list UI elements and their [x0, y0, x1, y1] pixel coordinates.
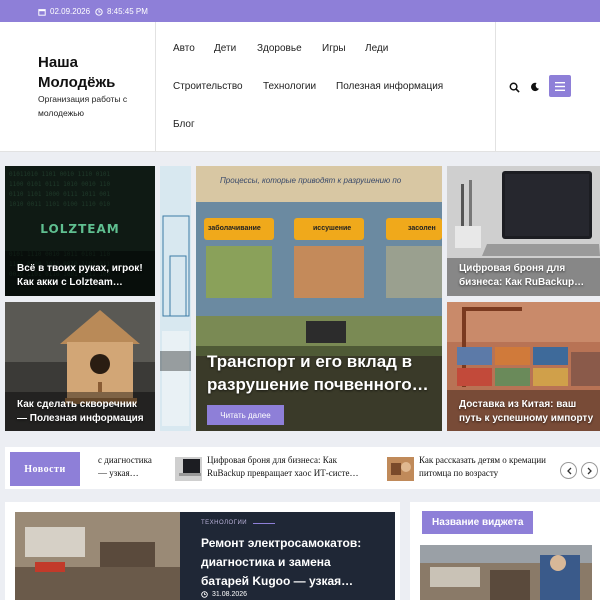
nav-item-construction[interactable]: Строительство	[173, 81, 243, 92]
dark-mode-icon[interactable]	[530, 82, 540, 92]
widget-title: Название виджета	[422, 511, 534, 534]
featured-post-section: ТЕХНОЛОГИИ Ремонт электросамокатов: диаг…	[5, 502, 400, 600]
slider-card-birdhouse[interactable]: Как сделать скворечник — Полезная информ…	[5, 302, 155, 431]
ticker-item-line: — узкая…	[98, 468, 139, 478]
image-banner-text: Процессы, которые приводят к разрушению …	[220, 176, 402, 185]
ticker-item-line: Как рассказать детям о кремации	[419, 455, 546, 465]
slider-card-title[interactable]: Доставка из Китая: ваш путь к успешному …	[459, 398, 599, 426]
slider-main-title[interactable]: Транспорт и его вклад в разрушение почве…	[207, 350, 432, 396]
category-divider	[253, 522, 276, 524]
post-date-text: 31.08.2026	[212, 591, 248, 598]
widget-post-image[interactable]	[420, 545, 592, 600]
header-tools	[495, 22, 600, 152]
ticker-item-thumbnail[interactable]	[175, 457, 202, 481]
post-date: 31.08.2026	[201, 591, 247, 598]
slider-card-title[interactable]: Как сделать скворечник — Полезная информ…	[17, 398, 147, 426]
site-description: Организация работы с молодежью	[38, 94, 128, 118]
clock-icon	[95, 7, 103, 16]
svg-text:1010 0011 1101 0100 1110 010: 1010 0011 1101 0100 1110 010	[9, 201, 111, 208]
sidebar-widget: Название виджета	[410, 502, 600, 600]
svg-text:1100 0101 0111 1010 0010 110: 1100 0101 0111 1010 0010 110	[9, 181, 111, 188]
image-tag: засолен	[408, 225, 436, 232]
site-header: Наша Молодёжь Организация работы с молод…	[0, 22, 600, 152]
hamburger-icon	[555, 81, 565, 91]
ticker-item-thumbnail[interactable]	[387, 457, 414, 481]
nav-item-useful-info[interactable]: Полезная информация	[336, 81, 443, 92]
featured-post-title[interactable]: Ремонт электросамокатов: диагностика и з…	[201, 534, 381, 591]
date-display: 02.09.2026	[38, 7, 90, 16]
svg-text:01011010 1101 0010 1110 0101: 01011010 1101 0010 1110 0101	[9, 171, 111, 178]
chevron-left-icon	[566, 467, 571, 474]
ticker-prev-button[interactable]	[560, 462, 577, 479]
clock-icon	[201, 591, 208, 598]
nav-item-auto[interactable]: Авто	[173, 43, 195, 54]
current-date: 02.09.2026	[50, 7, 91, 16]
menu-toggle-button[interactable]	[549, 75, 571, 97]
nav-item-games[interactable]: Игры	[322, 43, 346, 54]
featured-post[interactable]: ТЕХНОЛОГИИ Ремонт электросамокатов: диаг…	[15, 512, 395, 600]
svg-text:0110 1101 1000 0111 1011 001: 0110 1101 1000 0111 1011 001	[9, 191, 111, 198]
top-bar: 02.09.2026 8:45:45 PM	[0, 0, 600, 22]
chevron-right-icon	[587, 467, 592, 474]
ticker-item-line: RuBackup превращает хаос ИТ-систе…	[207, 468, 359, 478]
nav-item-lady[interactable]: Леди	[365, 43, 388, 54]
ticker-next-button[interactable]	[581, 462, 598, 479]
ticker-item[interactable]: Цифровая броня для бизнеса: Как RuBackup…	[207, 454, 379, 480]
slider-card-partial[interactable]	[160, 166, 191, 431]
time-display: 8:45:45 PM	[95, 7, 148, 16]
site-title[interactable]: Наша Молодёжь	[38, 53, 148, 93]
calendar-icon	[38, 8, 46, 16]
slider-card-title[interactable]: Цифровая броня для бизнеса: Как RuBackup…	[459, 262, 589, 290]
ticker-item-line: питомца по возрасту	[419, 468, 499, 478]
nav-item-blog[interactable]: Блог	[173, 119, 195, 130]
category-label[interactable]: ТЕХНОЛОГИИ	[201, 520, 247, 526]
slider-card-lolzteam[interactable]: 01011010 1101 0010 1110 0101 1100 0101 0…	[5, 166, 155, 296]
post-category[interactable]: ТЕХНОЛОГИИ	[201, 520, 276, 526]
image-tag: заболачивание	[208, 225, 261, 232]
card-image	[160, 166, 191, 431]
lolzteam-logo: LOLZTEAM	[40, 222, 120, 236]
slider-card-title[interactable]: Всё в твоих руках, игрок! Как акки с Lol…	[17, 262, 147, 290]
ticker-item[interactable]: с диагностика — узкая…	[98, 454, 168, 480]
slider-card-china-delivery[interactable]: Доставка из Китая: ваш путь к успешному …	[447, 302, 600, 431]
nav-item-kids[interactable]: Дети	[214, 43, 236, 54]
ticker-item-line: Цифровая броня для бизнеса: Как	[207, 455, 337, 465]
current-time: 8:45:45 PM	[107, 7, 148, 16]
news-ticker-label: Новости	[10, 452, 80, 486]
nav-item-health[interactable]: Здоровье	[257, 43, 302, 54]
news-ticker: Новости с диагностика — узкая… Цифровая …	[5, 447, 600, 489]
slider-card-rubackup[interactable]: Цифровая броня для бизнеса: Как RuBackup…	[447, 166, 600, 296]
brand-area: Наша Молодёжь Организация работы с молод…	[0, 22, 156, 152]
search-icon[interactable]	[509, 82, 520, 93]
nav-item-technology[interactable]: Технологии	[263, 81, 316, 92]
ticker-item-line: с диагностика	[98, 455, 152, 465]
image-tag: иссушение	[313, 225, 352, 232]
ticker-item[interactable]: Как рассказать детям о кремации питомца …	[419, 454, 559, 480]
slider-main-card[interactable]: Процессы, которые приводят к разрушению …	[196, 166, 442, 431]
read-more-button[interactable]: Читать далее	[207, 405, 284, 425]
